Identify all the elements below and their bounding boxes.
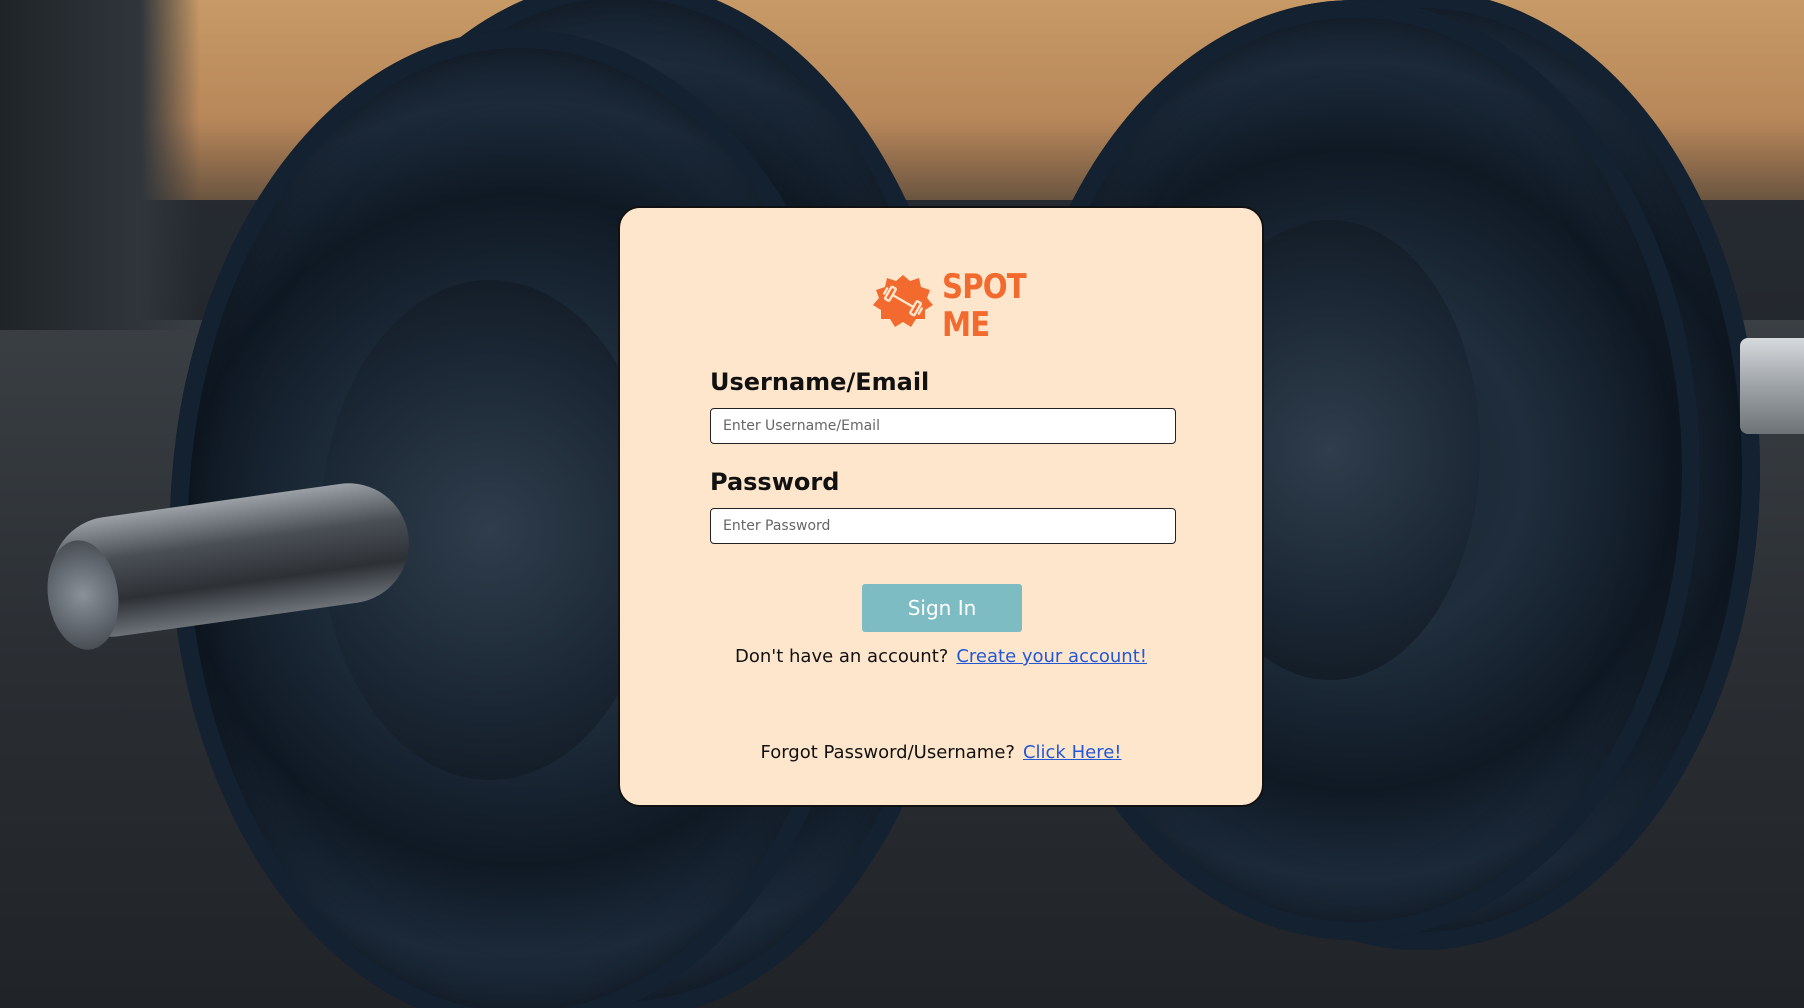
forgot-credentials-prompt: Forgot Password/Username?	[760, 742, 1015, 763]
spotme-logo: SPOT ME	[870, 268, 1030, 348]
create-account-link[interactable]: Create your account!	[956, 646, 1147, 667]
create-account-row: Don't have an account? Create your accoun…	[620, 646, 1262, 667]
sign-in-button[interactable]: Sign In	[862, 584, 1022, 632]
brand-name: SPOT ME	[942, 267, 1027, 345]
forgot-credentials-row: Forgot Password/Username? Click Here!	[620, 742, 1262, 763]
brand-name-line2: ME	[942, 305, 990, 345]
create-account-prompt: Don't have an account?	[735, 646, 949, 667]
username-label: Username/Email	[710, 368, 930, 396]
dumbbell-bar-end	[1740, 338, 1804, 434]
forgot-credentials-link[interactable]: Click Here!	[1023, 742, 1122, 763]
brand-name-line1: SPOT	[942, 267, 1027, 307]
background-rack	[0, 0, 200, 330]
login-card: SPOT ME Username/Email Password Sign In …	[618, 206, 1264, 807]
username-input[interactable]	[710, 408, 1176, 444]
password-input[interactable]	[710, 508, 1176, 544]
password-label: Password	[710, 468, 840, 496]
dumbbell-badge-icon	[873, 275, 933, 327]
